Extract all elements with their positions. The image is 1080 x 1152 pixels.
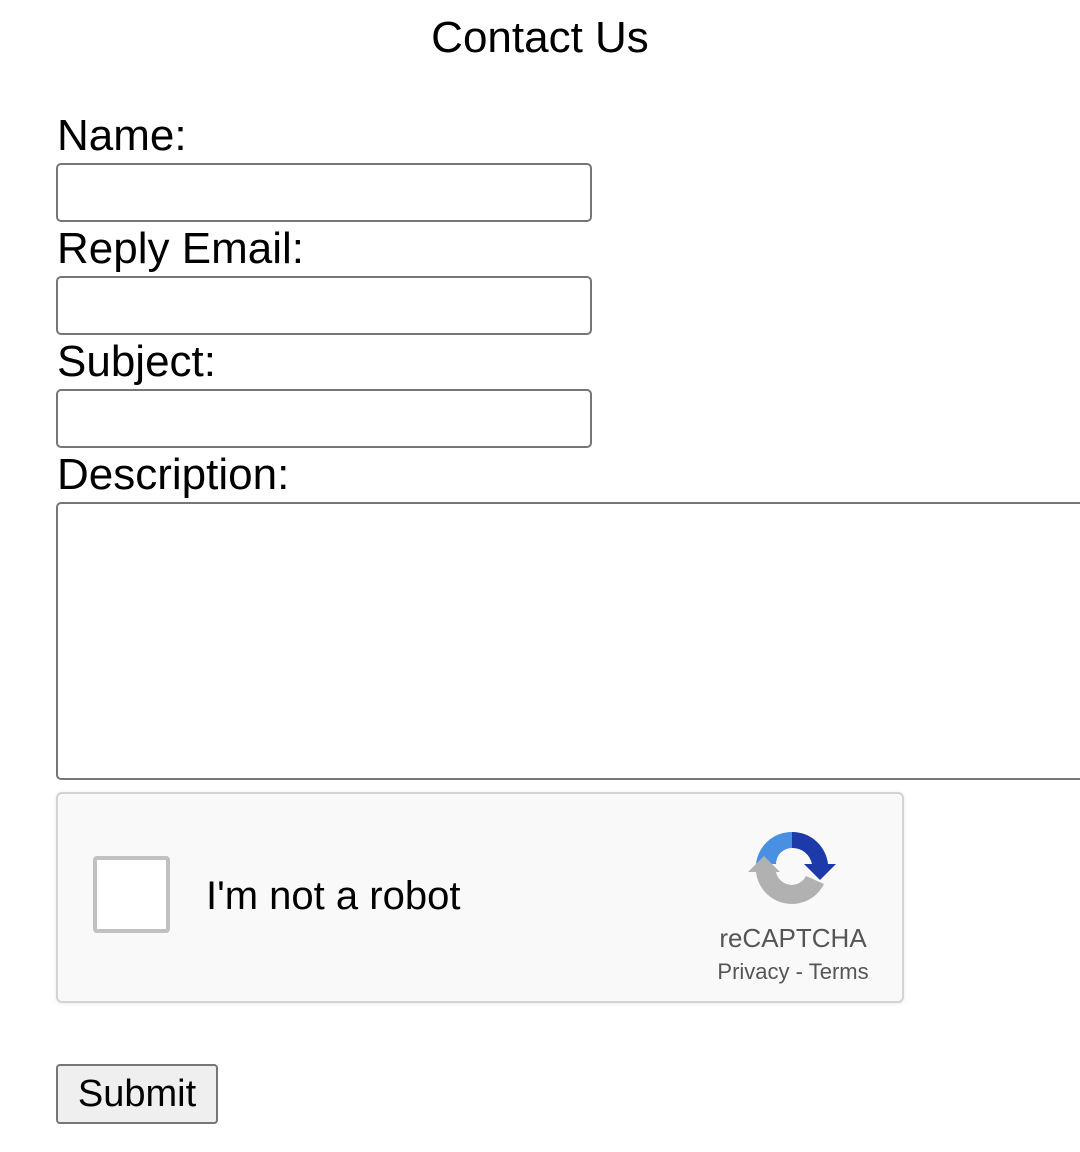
recaptcha-widget: I'm not a robot reCAPTCHA Privacy - Term… <box>56 792 904 1003</box>
recaptcha-logo-icon <box>748 831 836 904</box>
recaptcha-checkbox[interactable] <box>93 856 170 933</box>
reply-email-label: Reply Email: <box>57 224 304 273</box>
description-textarea[interactable] <box>56 502 1080 780</box>
page-title: Contact Us <box>431 13 649 62</box>
recaptcha-brand: reCAPTCHA <box>719 923 867 953</box>
reply-email-input[interactable] <box>56 276 592 335</box>
subject-input[interactable] <box>56 389 592 448</box>
description-label: Description: <box>57 450 290 499</box>
name-input[interactable] <box>56 163 592 222</box>
recaptcha-checkbox-label: I'm not a robot <box>206 874 461 918</box>
recaptcha-link-separator: - <box>795 959 803 984</box>
subject-label: Subject: <box>57 337 216 386</box>
submit-button[interactable]: Submit <box>56 1064 218 1124</box>
recaptcha-links: Privacy - Terms <box>688 958 898 986</box>
recaptcha-privacy-link[interactable]: Privacy <box>717 959 789 984</box>
recaptcha-terms-link[interactable]: Terms <box>809 959 869 984</box>
name-label: Name: <box>57 111 187 160</box>
